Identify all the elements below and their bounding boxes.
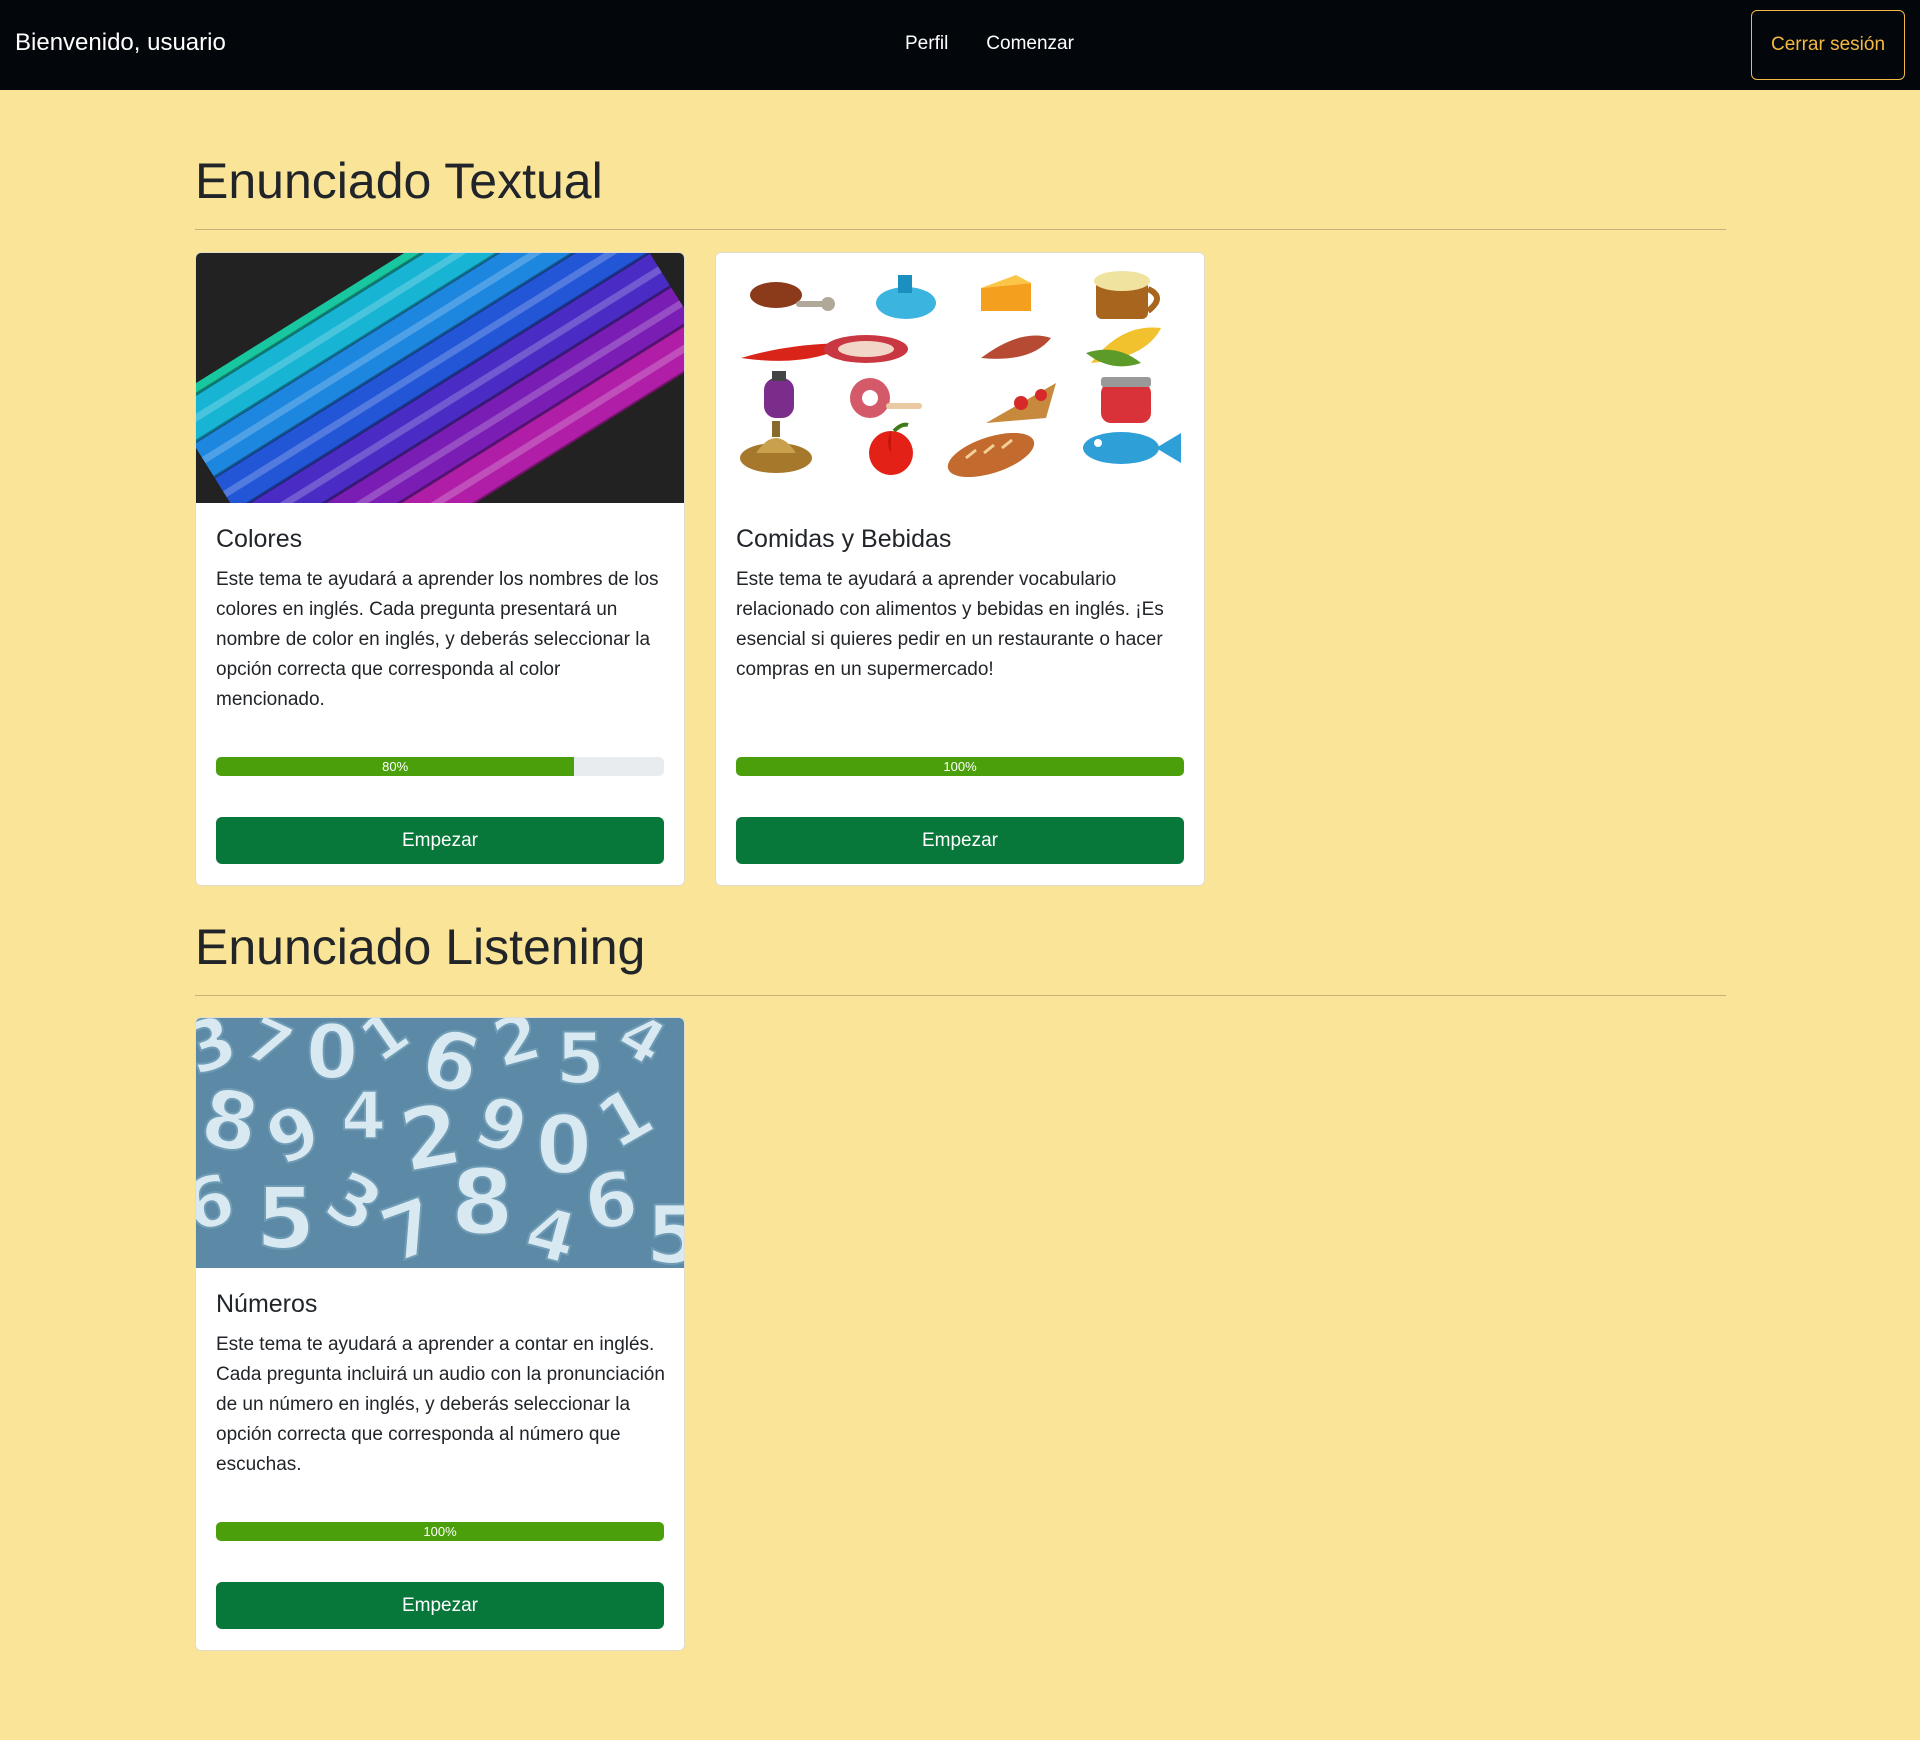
section-title-textual: Enunciado Textual bbox=[195, 153, 603, 209]
colored-pencils-image bbox=[196, 253, 684, 503]
colored-pencils-image bbox=[196, 253, 684, 503]
section-divider bbox=[195, 995, 1726, 996]
svg-text:4: 4 bbox=[341, 1079, 386, 1154]
progress-track: 80% bbox=[216, 757, 664, 776]
numbers-image: 3 7 0 1 6 2 5 4 8 9 4 2 9 0 1 6 5 3 7 8 bbox=[196, 1018, 684, 1268]
progress-track: 100% bbox=[216, 1522, 664, 1541]
section-divider bbox=[195, 229, 1726, 230]
card-description: Este tema te ayudará a aprender a contar… bbox=[216, 1334, 665, 1475]
svg-text:8: 8 bbox=[451, 1150, 514, 1255]
topic-card-colores: Colores Este tema te ayudará a aprender … bbox=[195, 252, 685, 886]
topic-card-comidas: Comidas y Bebidas Este tema te ayudará a… bbox=[715, 252, 1205, 886]
card-description: Este tema te ayudará a aprender los nomb… bbox=[216, 569, 659, 710]
svg-text:5: 5 bbox=[646, 1189, 684, 1268]
start-button-numeros[interactable]: Empezar bbox=[216, 1582, 664, 1629]
welcome-brand[interactable]: Bienvenido, usuario bbox=[15, 29, 226, 57]
card-title: Números bbox=[216, 1290, 318, 1318]
card-title: Comidas y Bebidas bbox=[736, 525, 952, 553]
food-and-drinks-image bbox=[716, 253, 1204, 503]
card-description: Este tema te ayudará a aprender vocabula… bbox=[736, 569, 1164, 680]
section-title-listening: Enunciado Listening bbox=[195, 919, 646, 975]
progress-bar: 100% bbox=[736, 757, 1184, 776]
progress-track: 100% bbox=[736, 757, 1184, 776]
nav-links: Perfil Comenzar bbox=[905, 33, 1074, 55]
start-button-colores[interactable]: Empezar bbox=[216, 817, 664, 864]
topic-card-numeros: 3 7 0 1 6 2 5 4 8 9 4 2 9 0 1 6 5 3 7 8 bbox=[195, 1017, 685, 1651]
nav-link-comenzar[interactable]: Comenzar bbox=[986, 33, 1074, 55]
card-title: Colores bbox=[216, 525, 303, 553]
progress-bar: 80% bbox=[216, 757, 575, 776]
nav-link-perfil[interactable]: Perfil bbox=[905, 33, 948, 55]
progress-bar: 100% bbox=[216, 1522, 664, 1541]
top-navbar: Bienvenido, usuario Perfil Comenzar Cerr… bbox=[0, 0, 1920, 90]
numbers-image: 3 7 0 1 6 2 5 4 8 9 4 2 9 0 1 6 5 3 7 8 bbox=[196, 1018, 684, 1268]
logout-button[interactable]: Cerrar sesión bbox=[1751, 10, 1905, 80]
svg-text:5: 5 bbox=[256, 1170, 315, 1268]
start-button-comidas[interactable]: Empezar bbox=[736, 817, 1184, 864]
food-and-drinks-image bbox=[716, 253, 1204, 503]
